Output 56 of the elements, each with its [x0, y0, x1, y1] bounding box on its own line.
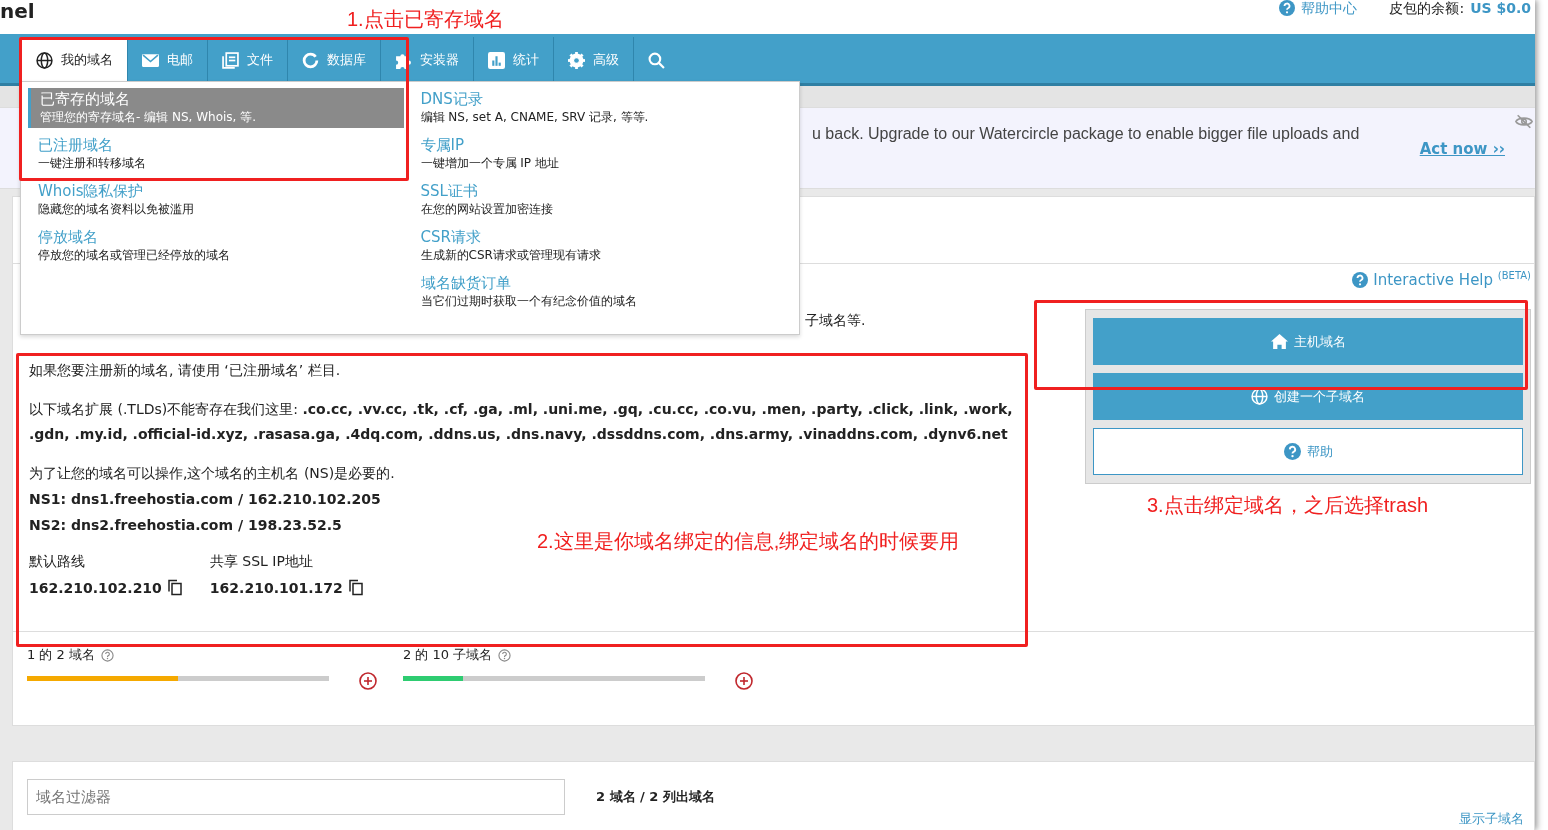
copy-icon[interactable] [348, 579, 363, 596]
menu-item[interactable]: 专属IP 一键增加一个专属 IP 地址 [420, 134, 797, 174]
puzzle-icon [395, 51, 412, 69]
menu-item[interactable]: 已寄存的域名 管理您的寄存域名- 编辑 NS, Whois, 等. [28, 88, 404, 128]
nameserver-text: NS1: dns1.freehostia.com / 162.210.102.205 [29, 490, 381, 509]
filter-field[interactable]: 域名过滤器 [27, 779, 565, 815]
ip-address: 162.210.101.172 [209, 579, 343, 596]
logo-text: nel [0, 0, 35, 22]
bar-chart-icon [488, 51, 505, 69]
question-icon[interactable] [100, 648, 114, 662]
intro-text: 子域名等. [805, 312, 867, 330]
action-button[interactable]: 主机域名 [1093, 318, 1523, 365]
menu-item[interactable]: CSR请求 生成新的CSR请求或管理现有请求 [420, 226, 797, 266]
menu-item[interactable]: Whois隐私保护 隐藏您的域名资料以免被滥用 [28, 180, 404, 220]
action-button[interactable]: 创建一个子域名 [1093, 373, 1523, 420]
ns-note-text: 为了让您的域名可以操作,这个域名的主机名 (NS)是必要的. [29, 464, 396, 483]
address-label: 默认路线 [29, 553, 86, 571]
banner-text: u back. Upgrade to our Watercircle package to enable bigger file uploads and [812, 125, 1360, 143]
address-label: 共享 SSL IP地址 [209, 553, 314, 571]
documents-icon [222, 51, 239, 69]
show-subdomains-link[interactable]: 显示子域名 [1459, 810, 1524, 828]
globe-icon [1251, 388, 1268, 405]
help-center-link[interactable]: 帮助中心 [1301, 0, 1358, 16]
ring-icon [302, 51, 319, 69]
note-text: 如果您要注册新的域名, 请使用 ‘已注册域名’ 栏目. [29, 361, 342, 380]
menu-item[interactable]: 域名缺货订单 当它们过期时获取一个有纪念价值的域名 [420, 272, 797, 312]
menu-item[interactable]: SSL证书 在您的网站设置加密连接 [420, 180, 797, 220]
question-icon[interactable] [498, 648, 512, 662]
globe-icon [36, 51, 53, 69]
tld-list-text: 以下域名扩展 (.TLDs)不能寄存在我们这里: .co.cc, .vv.cc, .tk, .cf, .ga, .ml, .uni.me, .gq, .cu.cc, .co.vu, .men, .party, .click, .link, .work, .gdn, .my.id, .official-id.xyz, .rasasa.ga, .4dq.com, .ddns.us, .dns.navy, .dssddns.com, .dns.army, .vinaddns.com, .dynv6.net [29, 400, 1014, 444]
action-button[interactable]: 帮助 [1093, 428, 1523, 475]
annotation-text: 2.这里是你域名绑定的信息,绑定域名的时候要用 [537, 529, 960, 554]
search-icon [648, 51, 665, 69]
envelope-icon [142, 51, 159, 69]
menu-item[interactable]: DNS记录 编辑 NS, set A, CNAME, SRV 记录, 等等. [420, 88, 797, 128]
add-icon[interactable] [359, 672, 377, 690]
home-icon [1270, 333, 1288, 350]
interactive-help-link[interactable]: Interactive Help $^{(BETA)}$ [1373, 270, 1531, 289]
help-icon [1283, 443, 1301, 460]
menu-item[interactable]: 已注册域名 一键注册和转移域名 [28, 134, 404, 174]
act-now-link[interactable]: Act now ›› [1419, 140, 1505, 158]
menu-item[interactable]: 停放域名 停放您的域名或管理已经停放的域名 [28, 226, 404, 266]
nameserver-text: NS2: dns2.freehostia.com / 198.23.52.5 [29, 516, 342, 535]
help-icon [1352, 271, 1369, 288]
domain-count: 2 域名 / 2 列出域名 [596, 788, 715, 806]
ip-address: 162.210.102.210 [29, 579, 162, 596]
balance-label: 皮包的余额: [1389, 0, 1465, 16]
usage-label: 1 的 2 域名 [27, 646, 95, 664]
copy-icon[interactable] [167, 579, 182, 596]
annotation-text: 3.点击绑定域名，之后选择trash [1147, 493, 1429, 518]
eye-slash-icon[interactable] [1515, 114, 1533, 129]
usage-label: 2 的 10 子域名 [403, 646, 493, 664]
annotation-text: 1.点击已寄存域名 [347, 7, 504, 32]
add-icon[interactable] [735, 672, 753, 690]
balance-value: US $0.0 [1470, 0, 1531, 16]
settings-icon [568, 51, 585, 69]
